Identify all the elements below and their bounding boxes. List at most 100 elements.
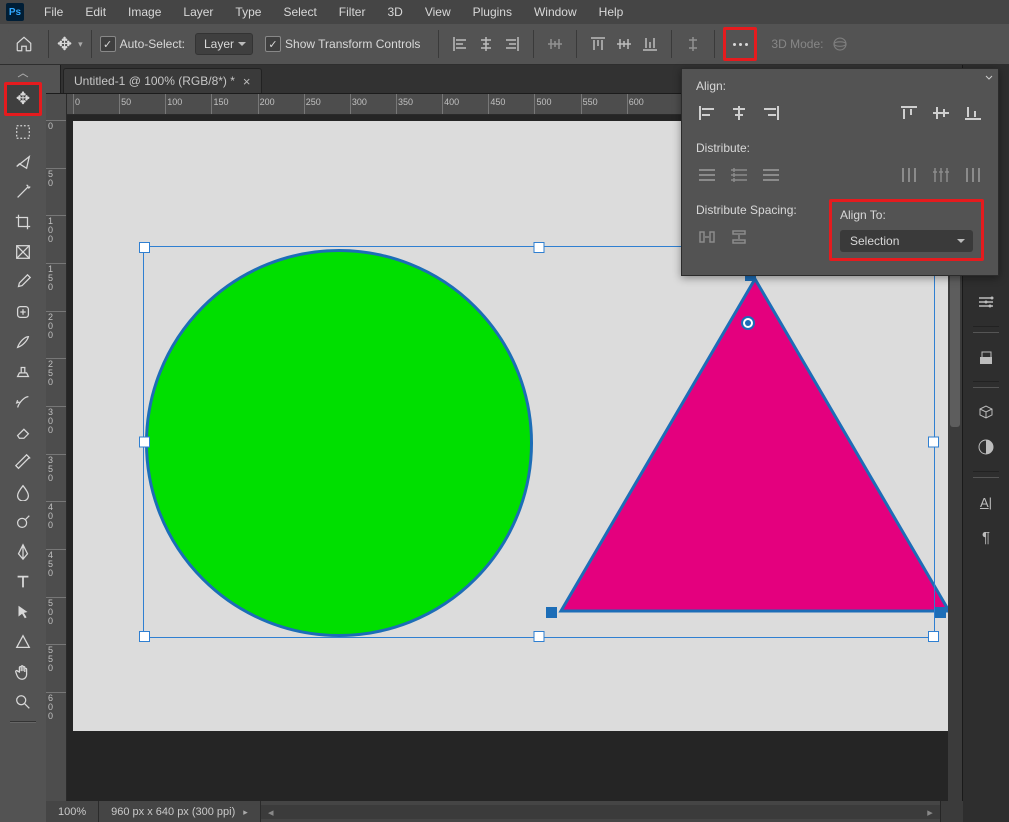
clone-stamp-tool[interactable] [7, 358, 39, 386]
align-middle-button[interactable] [544, 33, 566, 55]
tools-panel: ✥ [0, 65, 46, 801]
menu-plugins[interactable]: Plugins [463, 2, 522, 22]
document-dimensions[interactable]: 960 px x 640 px (300 ppi) ▸ [99, 801, 261, 822]
distribute-v-button[interactable] [682, 33, 704, 55]
menu-view[interactable]: View [415, 2, 461, 22]
zoom-level[interactable]: 100% [46, 801, 99, 822]
move-tool[interactable]: ✥ [4, 82, 42, 116]
orbit-icon[interactable] [831, 35, 849, 53]
menu-select[interactable]: Select [273, 2, 326, 22]
character-panel-icon[interactable]: A| [971, 488, 1001, 516]
type-tool[interactable] [7, 568, 39, 596]
tab-close-button[interactable]: × [243, 74, 251, 89]
paragraph-panel-icon[interactable]: ¶ [971, 523, 1001, 551]
align-left-edges[interactable] [696, 103, 718, 123]
app-logo: Ps [6, 3, 24, 21]
options-bar: ✥ ▾ Auto-Select: Layer Show Transform Co… [0, 24, 1009, 65]
auto-select-checkbox[interactable] [100, 36, 116, 52]
align-top-button[interactable] [587, 33, 609, 55]
libraries-panel-icon[interactable] [971, 288, 1001, 316]
distribute-top-edges[interactable] [696, 165, 718, 185]
anchor-bl[interactable] [546, 607, 557, 618]
distribute-spacing-horizontal[interactable] [696, 227, 718, 247]
gradient-tool[interactable] [7, 448, 39, 476]
chevron-down-icon[interactable]: ▾ [78, 39, 83, 50]
channels-panel-icon[interactable] [971, 433, 1001, 461]
distribute-bottom-edges[interactable] [760, 165, 782, 185]
zoom-tool[interactable] [7, 688, 39, 716]
document-dimensions-text: 960 px x 640 px (300 ppi) [111, 806, 235, 818]
anchor-br[interactable] [935, 607, 946, 618]
reference-point[interactable] [741, 316, 755, 330]
menu-layer[interactable]: Layer [173, 2, 223, 22]
auto-select-dropdown[interactable]: Layer [195, 33, 253, 55]
path-selection-tool[interactable] [7, 598, 39, 626]
distribute-vertical-centers[interactable] [728, 165, 750, 185]
scroll-right-arrow[interactable]: ▸ [924, 806, 936, 819]
align-flyout-panel: Align: Distribute: Distribute Spacing: [681, 68, 999, 276]
align-right-button[interactable] [501, 33, 523, 55]
menu-3d[interactable]: 3D [377, 2, 412, 22]
more-options-button[interactable] [723, 27, 757, 61]
flyout-caret-icon[interactable] [984, 73, 994, 83]
status-toolcol-spacer [0, 801, 46, 822]
align-top-edges[interactable] [898, 103, 920, 123]
hand-tool[interactable] [7, 658, 39, 686]
align-horizontal-centers[interactable] [728, 103, 750, 123]
chevron-right-icon[interactable]: ▸ [243, 807, 248, 818]
handle-bl[interactable] [139, 631, 150, 642]
align-right-edges[interactable] [760, 103, 782, 123]
handle-bm[interactable] [534, 631, 545, 642]
dodge-tool[interactable] [7, 508, 39, 536]
align-bottom-edges[interactable] [962, 103, 984, 123]
home-button[interactable] [8, 29, 40, 59]
auto-select-label: Auto-Select: [120, 37, 185, 51]
scroll-left-arrow[interactable]: ◂ [265, 806, 277, 819]
handle-br[interactable] [928, 631, 939, 642]
healing-brush-tool[interactable] [7, 298, 39, 326]
pen-tool[interactable] [7, 538, 39, 566]
ellipsis-icon [733, 43, 748, 46]
align-left-button[interactable] [449, 33, 471, 55]
eraser-tool[interactable] [7, 418, 39, 446]
align-hcenter-button[interactable] [475, 33, 497, 55]
distribute-spacing-vertical[interactable] [728, 227, 750, 247]
menu-edit[interactable]: Edit [75, 2, 116, 22]
3d-panel-icon[interactable] [971, 398, 1001, 426]
align-to-label: Align To: [840, 208, 973, 222]
menu-help[interactable]: Help [589, 2, 634, 22]
lasso-tool[interactable] [7, 148, 39, 176]
menu-type[interactable]: Type [225, 2, 271, 22]
align-vertical-centers[interactable] [930, 103, 952, 123]
align-to-dropdown[interactable]: Selection [840, 230, 973, 252]
align-vcenter-button[interactable] [613, 33, 635, 55]
crop-tool[interactable] [7, 208, 39, 236]
align-bottom-button[interactable] [639, 33, 661, 55]
magic-wand-tool[interactable] [7, 178, 39, 206]
menu-filter[interactable]: Filter [329, 2, 376, 22]
distribute-horizontal-centers[interactable] [930, 165, 952, 185]
menu-image[interactable]: Image [118, 2, 171, 22]
scrollbar-track[interactable] [277, 805, 924, 819]
brush-tool[interactable] [7, 328, 39, 356]
distribute-left-edges[interactable] [898, 165, 920, 185]
distribute-right-edges[interactable] [962, 165, 984, 185]
menu-file[interactable]: File [34, 2, 73, 22]
blur-tool[interactable] [7, 478, 39, 506]
shape-tool[interactable] [7, 628, 39, 656]
frame-tool[interactable] [7, 238, 39, 266]
eyedropper-tool[interactable] [7, 268, 39, 296]
history-brush-tool[interactable] [7, 388, 39, 416]
horizontal-scrollbar[interactable]: ◂ ▸ [261, 805, 940, 819]
document-tab[interactable]: Untitled-1 @ 100% (RGB/8*) * × [63, 68, 262, 93]
show-transform-checkbox[interactable] [265, 36, 281, 52]
layers-panel-icon[interactable] [971, 343, 1001, 371]
marquee-tool[interactable] [7, 118, 39, 146]
menu-window[interactable]: Window [524, 2, 587, 22]
handle-tl[interactable] [139, 242, 150, 253]
vertical-ruler[interactable]: 050100150200250300350400450500550600 [46, 94, 67, 801]
panel-collapse-handle[interactable] [5, 71, 41, 81]
tabbar-handle[interactable] [46, 65, 61, 93]
handle-tm[interactable] [534, 242, 545, 253]
handle-ml[interactable] [139, 437, 150, 448]
